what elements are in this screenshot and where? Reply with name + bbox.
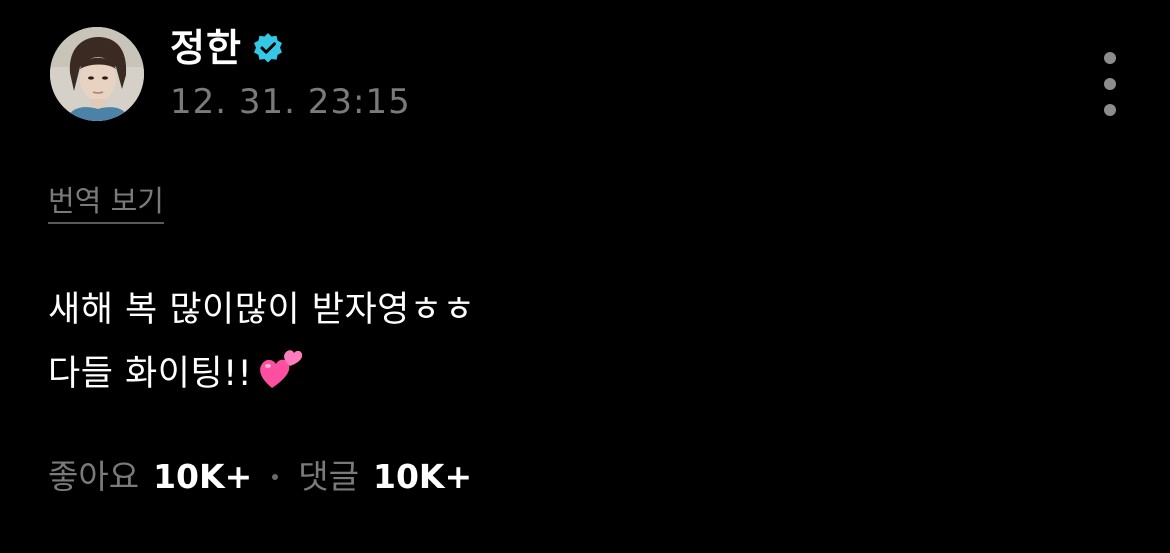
post-line: 다들 화이팅!! bbox=[48, 342, 475, 406]
post-content: 새해 복 많이많이 받자영ㅎㅎ 다들 화이팅!! bbox=[48, 278, 475, 406]
post-line: 새해 복 많이많이 받자영ㅎㅎ bbox=[48, 278, 475, 342]
comments-button[interactable]: 댓글 10K+ bbox=[298, 454, 472, 500]
translate-link[interactable]: 번역 보기 bbox=[48, 182, 164, 224]
author-header: 정한 bbox=[170, 24, 284, 72]
post-text-line-1: 새해 복 많이많이 받자영ㅎㅎ bbox=[48, 290, 476, 330]
post-stats: 좋아요 10K+ 댓글 10K+ bbox=[48, 454, 472, 500]
two-hearts-icon bbox=[256, 344, 306, 394]
avatar-photo bbox=[50, 27, 144, 121]
more-options-button[interactable] bbox=[1092, 52, 1128, 116]
likes-button[interactable]: 좋아요 10K+ bbox=[48, 454, 252, 500]
comments-count: 10K+ bbox=[372, 457, 473, 496]
verified-badge-icon bbox=[252, 32, 284, 64]
more-vertical-icon bbox=[1104, 52, 1116, 64]
stats-separator bbox=[272, 474, 279, 480]
author-name[interactable]: 정한 bbox=[170, 24, 242, 72]
likes-label: 좋아요 bbox=[48, 457, 140, 496]
author-avatar[interactable] bbox=[50, 27, 144, 121]
more-vertical-icon-dot bbox=[1104, 104, 1116, 116]
post-timestamp: 12. 31. 23:15 bbox=[170, 82, 411, 122]
likes-count: 10K+ bbox=[153, 457, 253, 496]
more-vertical-icon-dot bbox=[1104, 78, 1116, 90]
post-text-line-2: 다들 화이팅!! bbox=[48, 354, 253, 394]
comments-label: 댓글 bbox=[298, 457, 359, 496]
